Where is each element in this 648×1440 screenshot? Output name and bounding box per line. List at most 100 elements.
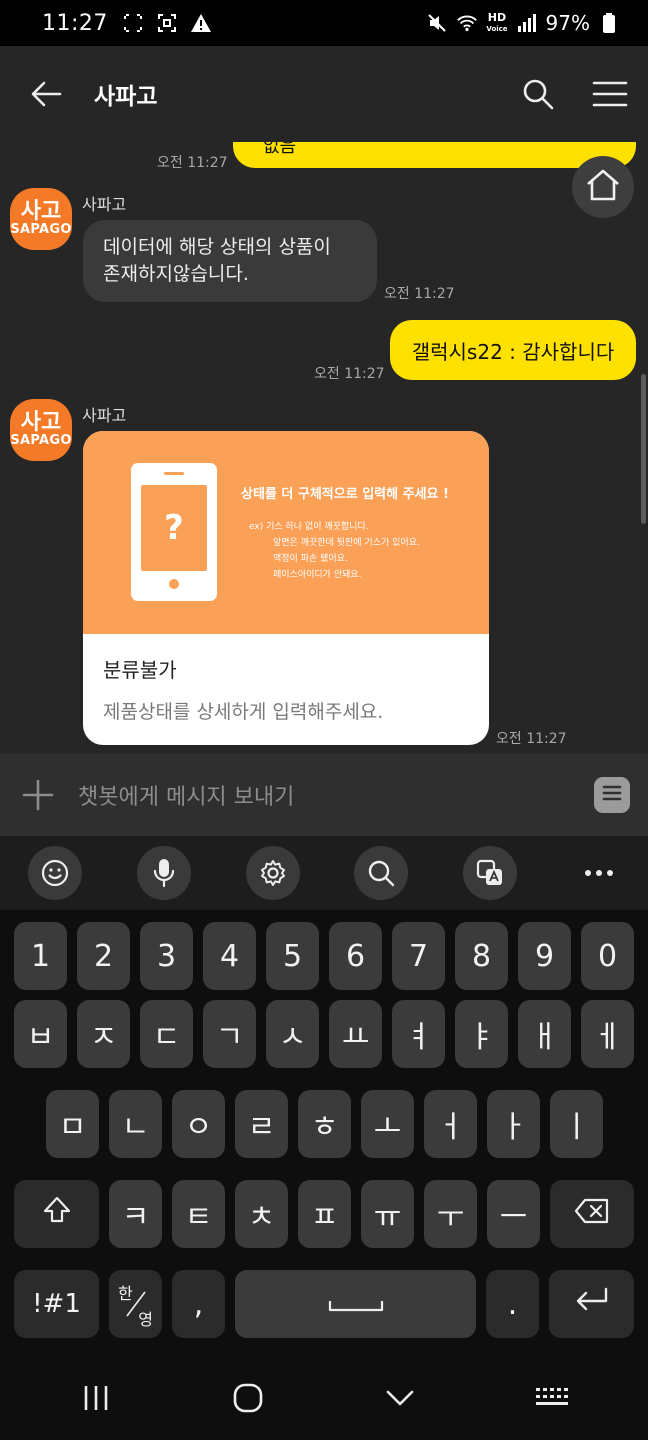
key-9[interactable]: 9 xyxy=(518,922,571,990)
recents-icon[interactable] xyxy=(78,1380,114,1416)
mute-icon xyxy=(426,12,448,34)
avatar-logo-subtext: SAPAGO xyxy=(10,433,72,448)
navigation-bar xyxy=(0,1356,648,1440)
hamburger-menu-icon[interactable] xyxy=(592,76,628,112)
key-eu[interactable]: ㅡ xyxy=(487,1180,540,1248)
banner-example: 페이스아이디가 안돼요. xyxy=(273,570,362,580)
key-siot[interactable]: ㅅ xyxy=(266,1000,319,1068)
banner-examples: ex) 기스 하나 없이 깨끗합니다. 앞면은 깨끗한데 뒷판에 기스가 있어요… xyxy=(249,519,420,583)
banner-headline: 상태를 더 구체적으로 입력해 주세요 ! xyxy=(241,487,449,502)
scrollbar[interactable] xyxy=(641,374,646,524)
key-0[interactable]: 0 xyxy=(581,922,634,990)
key-yu[interactable]: ㅠ xyxy=(361,1180,414,1248)
key-i[interactable]: ㅣ xyxy=(550,1090,603,1158)
key-yeo[interactable]: ㅕ xyxy=(392,1000,445,1068)
search-icon[interactable] xyxy=(520,76,556,112)
phone-illustration: ? xyxy=(131,463,217,601)
key-eo[interactable]: ㅓ xyxy=(424,1090,477,1158)
key-5[interactable]: 5 xyxy=(266,922,319,990)
message-text-line: 존재하지않습니다. xyxy=(103,263,249,285)
key-jieut[interactable]: ㅈ xyxy=(77,1000,130,1068)
key-a[interactable]: ㅏ xyxy=(487,1090,540,1158)
translate-icon[interactable] xyxy=(463,846,518,900)
key-yo[interactable]: ㅛ xyxy=(329,1000,382,1068)
user-message-bubble[interactable]: 갤럭시s22 : 감사합니다 xyxy=(390,320,636,380)
bot-card-message[interactable]: ? 상태를 더 구체적으로 입력해 주세요 ! ex) 기스 하나 없이 깨끗합… xyxy=(83,431,489,745)
key-o[interactable]: ㅗ xyxy=(361,1090,414,1158)
key-8[interactable]: 8 xyxy=(455,922,508,990)
back-arrow-icon[interactable] xyxy=(28,76,64,112)
key-hieut[interactable]: ㅎ xyxy=(298,1090,351,1158)
comma-key[interactable]: , xyxy=(172,1270,225,1338)
message-list[interactable]: 없음 오전 11:27 사고 SAPAGO 사파고 데이터에 해당 상태의 상품… xyxy=(0,142,648,754)
settings-icon[interactable] xyxy=(245,846,300,900)
period-key[interactable]: . xyxy=(486,1270,539,1338)
back-chevron-icon[interactable] xyxy=(382,1380,418,1416)
space-key[interactable] xyxy=(235,1270,476,1338)
key-tieut[interactable]: ㅌ xyxy=(172,1180,225,1248)
shift-icon xyxy=(42,1195,72,1233)
key-7[interactable]: 7 xyxy=(392,922,445,990)
key-bieup[interactable]: ㅂ xyxy=(14,1000,67,1068)
message-time: 오전 11:27 xyxy=(157,155,228,171)
signal-icon xyxy=(516,12,538,34)
status-bar: 11:27 HD Voice 97% xyxy=(0,0,648,46)
plus-icon[interactable] xyxy=(20,777,56,813)
key-1[interactable]: 1 xyxy=(14,922,67,990)
key-mieum[interactable]: ㅁ xyxy=(46,1090,99,1158)
key-ae[interactable]: ㅐ xyxy=(518,1000,571,1068)
backspace-key[interactable] xyxy=(550,1180,634,1248)
symbols-key[interactable]: !#1 xyxy=(14,1270,99,1338)
message-text: 없음 xyxy=(263,142,297,157)
screenshot-icon xyxy=(122,12,144,34)
bot-message-bubble[interactable]: 데이터에 해당 상태의 상품이 존재하지않습니다. xyxy=(83,220,377,302)
key-chieut[interactable]: ㅊ xyxy=(235,1180,288,1248)
key-ya[interactable]: ㅑ xyxy=(455,1000,508,1068)
search-icon[interactable] xyxy=(354,846,409,900)
key-6[interactable]: 6 xyxy=(329,922,382,990)
key-pieup[interactable]: ㅍ xyxy=(298,1180,351,1248)
more-icon[interactable] xyxy=(572,846,626,900)
key-ieung[interactable]: ㅇ xyxy=(172,1090,225,1158)
user-message-bubble[interactable]: 없음 xyxy=(233,142,636,168)
key-u[interactable]: ㅜ xyxy=(424,1180,477,1248)
key-digeut[interactable]: ㄷ xyxy=(140,1000,193,1068)
keyboard-icon[interactable] xyxy=(534,1380,570,1416)
lang-english-label: 영 xyxy=(138,1310,153,1329)
hd-voice-icon: HD Voice xyxy=(486,10,508,33)
key-3[interactable]: 3 xyxy=(140,922,193,990)
home-button[interactable] xyxy=(572,156,634,218)
bot-avatar[interactable]: 사고 SAPAGO xyxy=(10,399,72,461)
wifi-icon xyxy=(456,12,478,34)
home-circle-icon[interactable] xyxy=(230,1380,266,1416)
chat-title: 사파고 xyxy=(94,84,158,110)
avatar-logo-text: 사고 xyxy=(20,410,62,435)
chat-header: 사파고 xyxy=(0,46,648,142)
warning-icon xyxy=(190,12,212,34)
key-rieul[interactable]: ㄹ xyxy=(235,1090,288,1158)
key-4[interactable]: 4 xyxy=(203,922,256,990)
emoji-icon[interactable] xyxy=(28,846,82,900)
enter-key[interactable] xyxy=(549,1270,634,1338)
sender-name: 사파고 xyxy=(82,195,127,214)
bot-avatar[interactable]: 사고 SAPAGO xyxy=(10,188,72,250)
home-icon xyxy=(585,168,621,206)
key-2[interactable]: 2 xyxy=(77,922,130,990)
mic-icon[interactable] xyxy=(136,846,191,900)
quick-menu-button[interactable] xyxy=(594,777,630,813)
key-e[interactable]: ㅔ xyxy=(581,1000,634,1068)
battery-percent: 97% xyxy=(545,11,590,35)
message-time: 오전 11:27 xyxy=(314,366,385,382)
key-nieun[interactable]: ㄴ xyxy=(109,1090,162,1158)
banner-example: 앞면은 깨끗한데 뒷판에 기스가 있어요. xyxy=(273,538,420,548)
message-text-line: 데이터에 해당 상태의 상품이 xyxy=(103,236,331,258)
card-title: 분류불가 xyxy=(103,658,177,682)
shift-key[interactable] xyxy=(14,1180,99,1248)
language-switch-key[interactable]: 한 영 xyxy=(109,1270,162,1338)
key-kieuk[interactable]: ㅋ xyxy=(109,1180,162,1248)
card-banner-image: ? 상태를 더 구체적으로 입력해 주세요 ! ex) 기스 하나 없이 깨끗합… xyxy=(83,431,489,634)
message-input[interactable]: 챗봇에게 메시지 보내기 xyxy=(78,779,294,811)
avatar-logo-subtext: SAPAGO xyxy=(10,222,72,237)
key-giyeok[interactable]: ㄱ xyxy=(203,1000,256,1068)
space-icon xyxy=(327,1287,385,1322)
